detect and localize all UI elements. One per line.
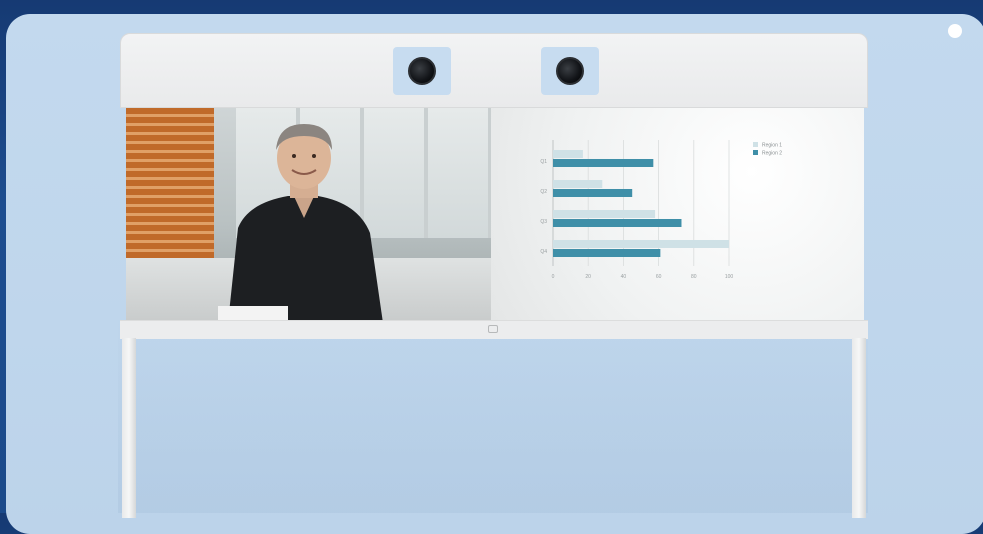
device-bottom-bezel <box>120 320 868 339</box>
y-tick-label: Q4 <box>540 249 547 255</box>
y-tick-label: Q1 <box>540 159 547 165</box>
x-tick-label: 60 <box>656 274 662 280</box>
home-button-icon[interactable] <box>488 325 498 333</box>
x-tick-label: 80 <box>691 274 697 280</box>
stand-leg-left <box>122 338 136 518</box>
wood-slat-wall <box>126 108 214 278</box>
stand-leg-right <box>852 338 866 518</box>
device-screen: 0 20 40 60 80 100 Q1 Q2 Q3 Q4 Region 1 Region 2 <box>126 108 864 320</box>
legend-label: Region 2 <box>762 151 782 157</box>
camera-lens-icon <box>556 57 584 85</box>
bar-region-2 <box>553 219 682 227</box>
bar-region-1 <box>553 180 603 188</box>
y-tick-label: Q2 <box>540 189 547 195</box>
camera-right <box>541 47 599 95</box>
camera-left <box>393 47 451 95</box>
bar-region-1 <box>553 210 656 218</box>
bar-chart: 0 20 40 60 80 100 Q1 Q2 Q3 Q4 Region 1 Region 2 <box>540 140 782 280</box>
legend-swatch <box>753 142 758 147</box>
participant-image <box>218 124 383 320</box>
device-top-bezel <box>120 33 868 108</box>
bar-region-2 <box>553 249 661 257</box>
x-tick-label: 100 <box>725 274 734 280</box>
status-dot <box>948 24 962 38</box>
shared-content-chart: 0 20 40 60 80 100 Q1 Q2 Q3 Q4 Region 1 Region 2 <box>491 108 864 320</box>
legend-label: Region 1 <box>762 143 782 149</box>
y-tick-label: Q3 <box>540 219 547 225</box>
legend-swatch <box>753 150 758 155</box>
video-feed-participant <box>126 108 491 320</box>
x-tick-label: 40 <box>621 274 627 280</box>
video-conference-device: 0 20 40 60 80 100 Q1 Q2 Q3 Q4 Region 1 Region 2 <box>120 33 868 518</box>
bar-region-2 <box>553 189 633 197</box>
x-tick-label: 0 <box>552 274 555 280</box>
camera-lens-icon <box>408 57 436 85</box>
x-tick-label: 20 <box>585 274 591 280</box>
bar-region-1 <box>553 150 583 158</box>
bar-region-2 <box>553 159 654 167</box>
bar-region-1 <box>553 240 729 248</box>
